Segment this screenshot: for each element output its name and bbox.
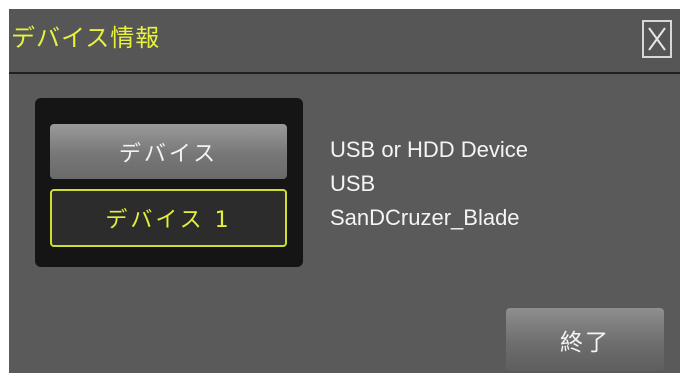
device-name-label: SanDCruzer_Blade xyxy=(330,205,520,230)
device-info-dialog: デバイス情報 デバイス デバイス 1 USB or HDD Device USB… xyxy=(9,9,680,373)
exit-button[interactable]: 終了 xyxy=(506,308,664,371)
device-header-button[interactable]: デバイス xyxy=(50,124,287,179)
device-item-1[interactable]: デバイス 1 xyxy=(50,189,287,247)
title-bar: デバイス情報 xyxy=(9,9,680,74)
dialog-title: デバイス情報 xyxy=(11,24,161,52)
close-icon xyxy=(648,27,666,51)
device-list-panel: デバイス デバイス 1 xyxy=(35,98,303,267)
close-button[interactable] xyxy=(642,20,672,58)
device-info-text: USB or HDD Device USB SanDCruzer_Blade xyxy=(330,133,528,235)
device-interface-label: USB xyxy=(330,171,376,196)
device-type-label: USB or HDD Device xyxy=(330,137,529,162)
